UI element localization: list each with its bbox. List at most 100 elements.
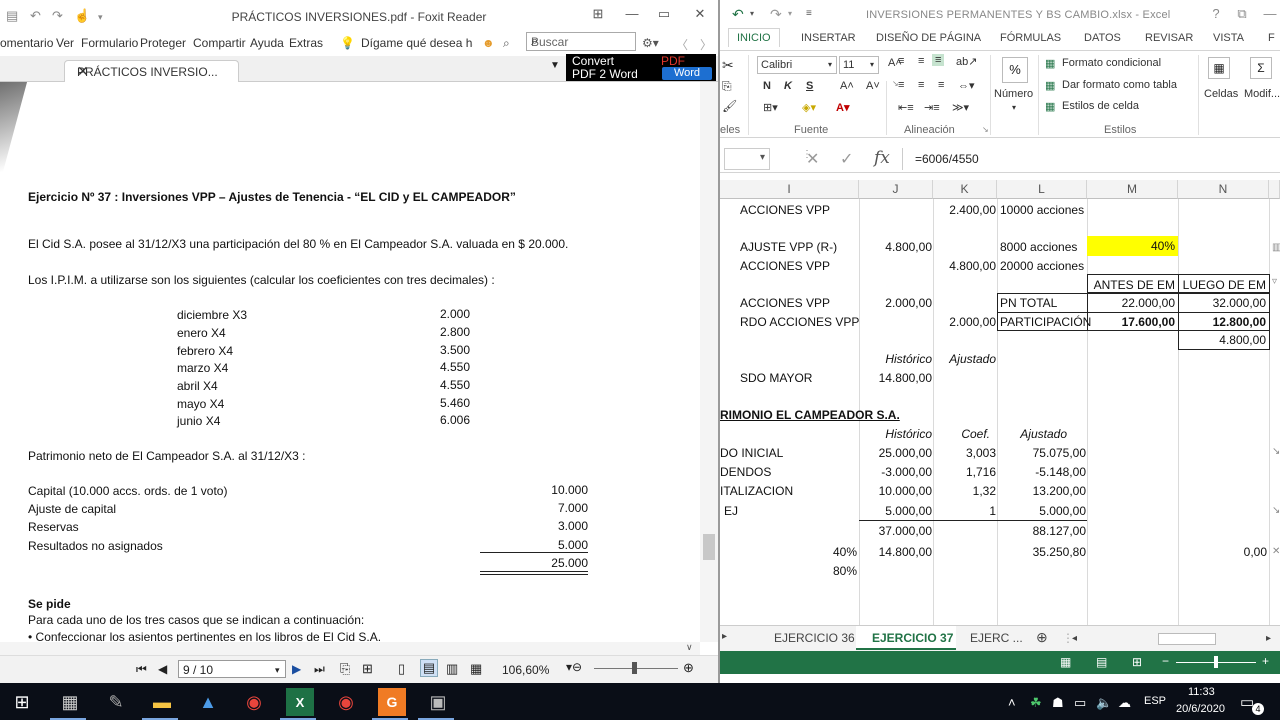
column-header-i[interactable]: I (720, 180, 859, 199)
redo-icon[interactable]: ↷ (770, 6, 782, 23)
cell[interactable]: Coef. (933, 425, 990, 443)
tab-vista[interactable]: VISTA (1213, 32, 1244, 44)
borders-icon[interactable]: ⊞▾ (763, 101, 778, 114)
cell[interactable]: 1,716 (933, 463, 996, 481)
prev-page-icon[interactable]: ◀ (158, 662, 167, 676)
cell[interactable]: 10000 acciones (1000, 201, 1084, 219)
normal-view-icon[interactable]: ▦ (1060, 655, 1071, 669)
cell[interactable]: 1,32 (933, 482, 996, 500)
format-table-icon[interactable]: ▦ (1045, 79, 1055, 92)
tab-datos[interactable]: DATOS (1084, 32, 1121, 44)
undo-dropdown-icon[interactable]: ▾ (750, 9, 754, 18)
column-header-m[interactable]: M (1087, 180, 1178, 199)
chrome-icon[interactable]: ◉ (240, 688, 268, 716)
cell[interactable]: 2.000,00 (859, 294, 932, 312)
cell[interactable]: 8000 acciones (1000, 238, 1077, 256)
shrink-font-alt-icon[interactable]: A˅ (866, 80, 880, 92)
enter-icon[interactable]: ✓ (840, 149, 853, 169)
insert-function-icon[interactable]: fx (874, 148, 890, 168)
last-page-icon[interactable]: ⏭ (314, 662, 325, 677)
volume-icon[interactable]: 🔈 (1096, 695, 1112, 711)
tray-expand-icon[interactable]: ˄ (1008, 695, 1016, 710)
tab-insertar[interactable]: INSERTAR (801, 32, 856, 44)
onedrive-icon[interactable]: ☁ (1118, 695, 1131, 711)
menu-ver[interactable]: Ver (56, 36, 74, 50)
chrome-alt-icon[interactable]: ◉ (332, 688, 360, 716)
column-header-l[interactable]: L (997, 180, 1087, 199)
cell[interactable]: 12.800,00 (1178, 313, 1266, 331)
column-header-j[interactable]: J (859, 180, 933, 199)
celdas-label[interactable]: Celdas (1204, 88, 1238, 100)
continuous-page-icon[interactable]: ▤ (420, 659, 438, 677)
clock-date[interactable]: 20/6/2020 (1176, 703, 1225, 715)
foxit-search-box[interactable]: Buscar ⌕ (526, 32, 636, 51)
format-painter-icon[interactable]: 🖌 (722, 99, 737, 113)
ribbon-display-icon[interactable]: ⧉ (1230, 6, 1254, 22)
cell[interactable]: 35.250,80 (997, 543, 1086, 561)
cell[interactable]: 37.000,00 (859, 522, 932, 540)
tab-f[interactable]: F (1268, 32, 1275, 44)
document-tab[interactable]: PRÁCTICOS INVERSIO... ✕ (64, 60, 239, 82)
cell[interactable]: 14.800,00 (859, 369, 932, 387)
chevron-down-icon[interactable]: ∨ (686, 642, 693, 653)
customize-quick-access-icon[interactable]: ≡ (806, 8, 812, 19)
align-top-icon[interactable]: ≡ (898, 55, 904, 67)
tell-me-input[interactable]: Dígame qué desea ha (361, 36, 473, 50)
menu-compartir[interactable]: Compartir (193, 36, 246, 50)
cell[interactable]: 75.075,00 (997, 444, 1086, 462)
cell[interactable]: 4.800,00 (1178, 331, 1266, 349)
name-box[interactable]: ▾ (724, 148, 770, 170)
scroll-left-icon[interactable]: ◂ (1072, 633, 1077, 644)
modificar-label[interactable]: Modif... (1244, 88, 1280, 100)
cell[interactable]: Histórico (859, 425, 932, 443)
media-icon[interactable]: ▣ (424, 688, 452, 716)
cell[interactable]: ACCIONES VPP (740, 257, 830, 275)
language-indicator[interactable]: ESP (1144, 695, 1166, 707)
percent-icon[interactable]: % (1002, 57, 1028, 83)
cell[interactable]: SDO MAYOR (740, 369, 812, 387)
cell[interactable]: ACCIONES VPP (740, 201, 830, 219)
cell[interactable]: ACCIONES VPP (740, 294, 830, 312)
cell[interactable]: 3,003 (933, 444, 996, 462)
orientation-icon[interactable]: ab↗ (956, 55, 977, 68)
cell[interactable]: 20000 acciones (1000, 257, 1084, 275)
cell[interactable]: 40% (720, 543, 857, 561)
help-icon[interactable]: ? (1204, 6, 1228, 21)
cell[interactable]: EJ (724, 502, 738, 520)
close-button[interactable]: ✕ (688, 6, 712, 22)
ribbon-display-icon[interactable]: ⊞ (586, 6, 610, 22)
align-center-icon[interactable]: ≡ (918, 79, 924, 91)
font-size-box[interactable]: 11 ▾ (839, 56, 879, 74)
nav-back-icon[interactable]: 〈 (676, 36, 688, 53)
cell[interactable]: 2.000,00 (933, 313, 996, 331)
settings-icon[interactable]: ⚙▾ (642, 36, 659, 50)
zoom-out-icon[interactable]: ▾⊖ (566, 660, 582, 674)
cell[interactable]: DENDOS (720, 463, 771, 481)
cell[interactable]: Ajustado (997, 425, 1067, 443)
cut-icon[interactable]: ✂ (722, 57, 734, 74)
zoom-out-icon[interactable]: − (1162, 654, 1169, 668)
clock-time[interactable]: 11:33 (1188, 686, 1215, 698)
merge-icon[interactable]: ⇔▾ (958, 79, 975, 92)
undo-icon[interactable]: ↶ (732, 6, 744, 23)
minimize-button[interactable]: — (620, 6, 644, 21)
conditional-format-icon[interactable]: ▦ (1045, 57, 1055, 70)
copy-icon[interactable]: ⎘ (722, 79, 732, 94)
close-tab-icon[interactable]: ✕ (77, 63, 230, 80)
font-color-icon[interactable]: A▾ (836, 101, 849, 114)
cell-styles-icon[interactable]: ▦ (1045, 100, 1055, 113)
column-header-n[interactable]: N (1178, 180, 1269, 199)
chevron-down-icon[interactable]: ▾ (760, 152, 765, 163)
menu-extras[interactable]: Extras (289, 36, 323, 50)
cell[interactable]: 25.000,00 (859, 444, 932, 462)
tab-formulas[interactable]: FÓRMULAS (1000, 32, 1061, 44)
cell[interactable]: PARTICIPACIÓN (1000, 313, 1091, 331)
underline-icon[interactable]: S (806, 80, 813, 92)
calculator-icon[interactable]: ▦ (56, 688, 84, 716)
horizontal-scrollbar[interactable]: ∨ (0, 642, 700, 655)
foxit-taskbar-icon[interactable]: G (378, 688, 406, 716)
cell[interactable]: 22.000,00 (1087, 294, 1175, 312)
zoom-slider-thumb[interactable] (632, 662, 637, 674)
facing-page-icon[interactable]: ▥ (446, 661, 458, 677)
horizontal-scroll-thumb[interactable] (1158, 633, 1216, 645)
